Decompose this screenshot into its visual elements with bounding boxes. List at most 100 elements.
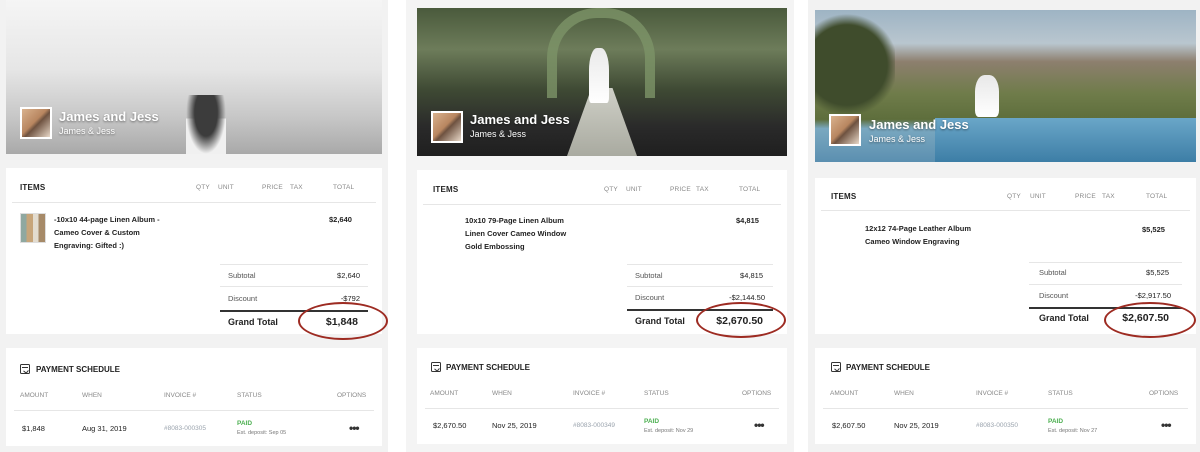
grand-total-label: Grand Total bbox=[1039, 313, 1089, 323]
header-divider bbox=[821, 210, 1190, 211]
col-total: TOTAL bbox=[1146, 193, 1168, 200]
payment-date: Nov 25, 2019 bbox=[894, 421, 939, 430]
subtotal-label: Subtotal bbox=[635, 271, 663, 280]
col-qty: QTY bbox=[604, 186, 618, 193]
client-subtitle: James & Jess bbox=[470, 129, 527, 139]
grand-total-highlight bbox=[298, 302, 388, 340]
col-unit: UNIT bbox=[218, 184, 234, 191]
status-paid: PAID bbox=[1048, 418, 1064, 425]
deposit-estimate: Est. deposit: Sep 05 bbox=[237, 430, 287, 436]
cover-photo: James and Jess James & Jess bbox=[417, 8, 787, 156]
payment-schedule-card: PAYMENT SCHEDULE AMOUNT WHEN INVOICE # S… bbox=[6, 348, 382, 446]
col-tax: TAX bbox=[696, 186, 709, 193]
grand-total-highlight bbox=[1104, 302, 1196, 338]
line-item-total: $2,640 bbox=[329, 215, 352, 224]
col-amount: AMOUNT bbox=[830, 390, 859, 397]
options-menu-button[interactable]: ••• bbox=[754, 418, 765, 432]
col-options: OPTIONS bbox=[1149, 390, 1179, 397]
payment-schedule-heading: PAYMENT SCHEDULE bbox=[846, 363, 931, 372]
invoice-number-link[interactable]: #8083-000350 bbox=[976, 422, 1018, 429]
summary-divider bbox=[1029, 262, 1182, 263]
col-tax: TAX bbox=[290, 184, 303, 191]
discount-value: -$2,917.50 bbox=[1135, 291, 1171, 300]
col-total: TOTAL bbox=[739, 186, 761, 193]
payment-schedule-card: PAYMENT SCHEDULE AMOUNT WHEN INVOICE # S… bbox=[815, 348, 1196, 444]
invoice-number-link[interactable]: #8083-000305 bbox=[164, 425, 206, 432]
payment-amount: $2,607.50 bbox=[832, 421, 866, 430]
grand-total-label: Grand Total bbox=[228, 317, 278, 327]
subtotal-label: Subtotal bbox=[1039, 268, 1067, 277]
invoice-panel-1: James and Jess James & Jess ITEMS QTY UN… bbox=[0, 0, 388, 452]
couple-avatar bbox=[829, 114, 861, 146]
summary-divider bbox=[220, 286, 368, 287]
invoice-panel-2: James and Jess James & Jess ITEMS QTY UN… bbox=[406, 0, 794, 452]
summary-divider bbox=[627, 264, 773, 265]
line-item-description: 10x10 79-Page Linen Album Linen Cover Ca… bbox=[465, 216, 567, 251]
col-tax: TAX bbox=[1102, 193, 1115, 200]
bride-figure bbox=[975, 75, 999, 117]
col-amount: AMOUNT bbox=[20, 392, 49, 399]
deposit-estimate: Est. deposit: Nov 29 bbox=[644, 428, 694, 434]
client-name: James and Jess bbox=[59, 109, 159, 124]
col-status: STATUS bbox=[1048, 390, 1073, 397]
col-price: PRICE bbox=[670, 186, 691, 193]
calendar-icon bbox=[431, 362, 441, 372]
payment-schedule-heading: PAYMENT SCHEDULE bbox=[446, 363, 531, 372]
col-unit: UNIT bbox=[1030, 193, 1046, 200]
col-amount: AMOUNT bbox=[430, 390, 459, 397]
invoice-panel-3: James and Jess James & Jess ITEMS QTY UN… bbox=[808, 0, 1200, 452]
tree-left bbox=[815, 10, 895, 120]
client-name: James and Jess bbox=[470, 112, 570, 127]
cover-photo: James and Jess James & Jess bbox=[6, 0, 382, 154]
col-total: TOTAL bbox=[333, 184, 355, 191]
schedule-divider bbox=[823, 408, 1188, 409]
floral-arch bbox=[547, 8, 655, 98]
col-qty: QTY bbox=[1007, 193, 1021, 200]
col-price: PRICE bbox=[1075, 193, 1096, 200]
calendar-icon bbox=[20, 364, 30, 374]
subtotal-value: $4,815 bbox=[740, 271, 763, 280]
col-status: STATUS bbox=[237, 392, 262, 399]
deposit-estimate: Est. deposit: Nov 27 bbox=[1048, 428, 1098, 434]
items-heading: ITEMS bbox=[20, 183, 46, 192]
discount-label: Discount bbox=[635, 293, 665, 302]
schedule-divider bbox=[14, 410, 374, 411]
summary-divider bbox=[220, 264, 368, 265]
col-options: OPTIONS bbox=[742, 390, 772, 397]
col-when: WHEN bbox=[82, 392, 102, 399]
client-subtitle: James & Jess bbox=[59, 126, 116, 136]
payment-date: Aug 31, 2019 bbox=[82, 424, 127, 433]
col-status: STATUS bbox=[644, 390, 669, 397]
cover-photo: James and Jess James & Jess bbox=[815, 10, 1196, 162]
col-unit: UNIT bbox=[626, 186, 642, 193]
payment-date: Nov 25, 2019 bbox=[492, 421, 537, 430]
options-menu-button[interactable]: ••• bbox=[1161, 418, 1172, 432]
calendar-icon bbox=[831, 362, 841, 372]
payment-amount: $2,670.50 bbox=[433, 421, 467, 430]
schedule-divider bbox=[425, 408, 779, 409]
line-item-total: $4,815 bbox=[736, 216, 759, 225]
payment-schedule-card: PAYMENT SCHEDULE AMOUNT WHEN INVOICE # S… bbox=[417, 348, 787, 444]
subtotal-value: $5,525 bbox=[1146, 268, 1169, 277]
invoice-number-link[interactable]: #8083-000349 bbox=[573, 422, 615, 429]
col-qty: QTY bbox=[196, 184, 210, 191]
col-invoice: INVOICE # bbox=[976, 390, 1009, 397]
subtotal-label: Subtotal bbox=[228, 271, 256, 280]
client-subtitle: James & Jess bbox=[869, 134, 926, 144]
summary-divider bbox=[1029, 284, 1182, 285]
album-thumbnail bbox=[20, 213, 46, 243]
couple-avatar bbox=[20, 107, 52, 139]
couple-avatar bbox=[431, 111, 463, 143]
col-when: WHEN bbox=[492, 390, 512, 397]
grand-total-highlight bbox=[696, 302, 786, 338]
col-options: OPTIONS bbox=[337, 392, 367, 399]
col-invoice: INVOICE # bbox=[164, 392, 197, 399]
line-item-total: $5,525 bbox=[1142, 225, 1165, 234]
payment-amount: $1,848 bbox=[22, 424, 45, 433]
header-divider bbox=[12, 202, 376, 203]
status-paid: PAID bbox=[237, 420, 253, 427]
discount-value: -$2,144.50 bbox=[729, 293, 765, 302]
options-menu-button[interactable]: ••• bbox=[349, 421, 360, 435]
col-when: WHEN bbox=[894, 390, 914, 397]
grand-total-label: Grand Total bbox=[635, 316, 685, 326]
